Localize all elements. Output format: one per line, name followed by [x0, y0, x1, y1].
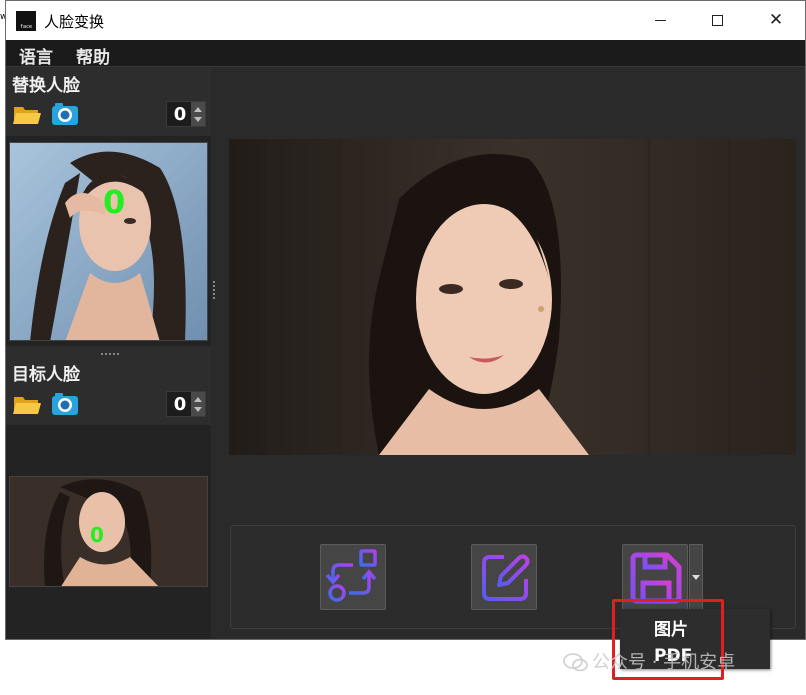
- camera-icon[interactable]: [50, 391, 80, 417]
- spin-arrows[interactable]: [191, 392, 205, 416]
- spin-arrows[interactable]: [191, 102, 205, 126]
- replace-face-title: 替换人脸: [12, 76, 80, 96]
- menu-language[interactable]: 语言: [19, 43, 53, 68]
- chevron-down-icon: [692, 575, 700, 580]
- replace-face-photo: [10, 143, 207, 340]
- edit-pen-icon: [482, 554, 530, 601]
- menu-help[interactable]: 帮助: [76, 43, 110, 68]
- replace-face-count-value: 0: [173, 104, 187, 125]
- target-face-thumbnail[interactable]: 0: [9, 476, 208, 587]
- window-title: 人脸变换: [44, 13, 105, 31]
- swap-faces-button[interactable]: [320, 544, 386, 610]
- spin-up-icon[interactable]: [194, 397, 202, 402]
- swap-arrows-icon: [325, 549, 377, 602]
- splitter-handle[interactable]: [101, 353, 119, 355]
- open-folder-icon[interactable]: [12, 391, 42, 417]
- target-face-marker: 0: [90, 523, 104, 547]
- target-face-photo: [10, 477, 207, 586]
- sidebar: 替换人脸 0 0 目标人脸 0 0: [6, 68, 211, 639]
- app-window: face 人脸变换 ✕ 语言 帮助 替换人脸 0 0 目标人脸 0 0: [5, 0, 806, 640]
- wechat-icon: [563, 653, 588, 672]
- face-app-icon: face: [16, 11, 36, 31]
- maximize-button[interactable]: [695, 1, 741, 40]
- camera-icon[interactable]: [50, 101, 80, 127]
- replace-face-list[interactable]: 0: [6, 136, 211, 346]
- maximize-icon: [712, 15, 723, 26]
- close-icon: ✕: [768, 10, 784, 30]
- minimize-button[interactable]: [637, 1, 683, 40]
- main-preview-photo: [229, 139, 796, 455]
- spin-down-icon[interactable]: [194, 407, 202, 412]
- vertical-splitter-handle[interactable]: [213, 281, 215, 299]
- target-face-list[interactable]: 0: [6, 425, 211, 639]
- replace-face-marker: 0: [103, 183, 126, 221]
- spin-down-icon[interactable]: [194, 117, 202, 122]
- minimize-icon: [655, 20, 666, 21]
- title-bar: face 人脸变换 ✕: [6, 1, 805, 40]
- watermark-text: 公众号 · 手机安卓: [592, 652, 736, 673]
- menu-bar: 语言 帮助: [6, 40, 805, 68]
- spin-up-icon[interactable]: [194, 107, 202, 112]
- target-face-count-spinbox[interactable]: 0: [166, 391, 206, 417]
- open-folder-icon[interactable]: [12, 101, 42, 127]
- target-face-count-value: 0: [173, 394, 187, 415]
- replace-face-count-spinbox[interactable]: 0: [166, 101, 206, 127]
- edit-button[interactable]: [471, 544, 537, 610]
- replace-face-thumbnail[interactable]: 0: [9, 142, 208, 341]
- close-button[interactable]: ✕: [753, 1, 799, 40]
- target-face-title: 目标人脸: [12, 365, 80, 385]
- main-preview-image: [229, 139, 796, 455]
